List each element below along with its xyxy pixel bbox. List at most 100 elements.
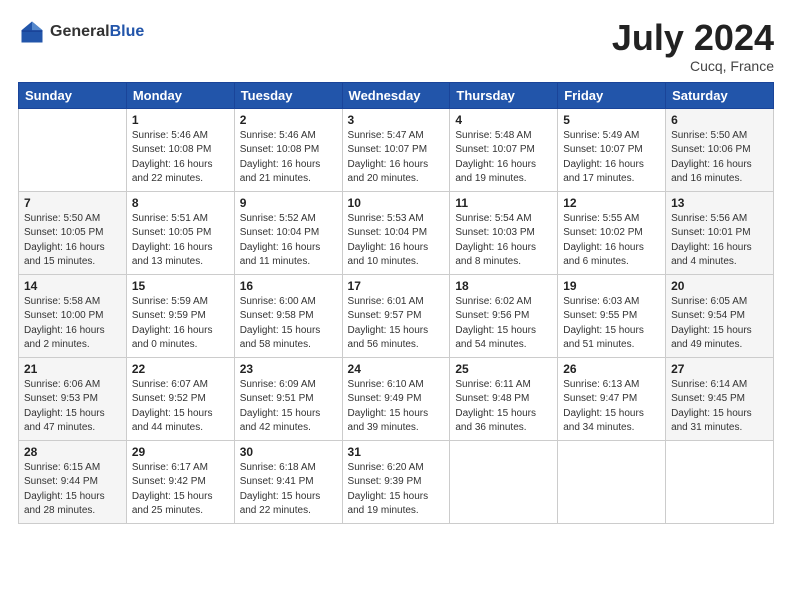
calendar-cell: 21 Sunrise: 6:06 AMSunset: 9:53 PMDayligh…: [19, 357, 127, 440]
day-info: Sunrise: 6:18 AMSunset: 9:41 PMDaylight:…: [240, 461, 337, 519]
day-number: 28: [24, 445, 121, 459]
day-of-week-header: Monday: [126, 82, 234, 108]
calendar: SundayMondayTuesdayWednesdayThursdayFrid…: [18, 82, 774, 524]
calendar-week-row: 7 Sunrise: 5:50 AMSunset: 10:05 PMDayligh…: [19, 191, 774, 274]
day-info: Sunrise: 5:51 AMSunset: 10:05 PMDaylight…: [132, 212, 229, 270]
calendar-week-row: 1 Sunrise: 5:46 AMSunset: 10:08 PMDayligh…: [19, 108, 774, 191]
day-info: Sunrise: 5:47 AMSunset: 10:07 PMDaylight…: [348, 129, 445, 187]
day-info: Sunrise: 5:56 AMSunset: 10:01 PMDaylight…: [671, 212, 768, 270]
calendar-cell: 30 Sunrise: 6:18 AMSunset: 9:41 PMDayligh…: [234, 440, 342, 523]
day-info: Sunrise: 6:06 AMSunset: 9:53 PMDaylight:…: [24, 378, 121, 436]
day-number: 5: [563, 113, 660, 127]
day-number: 26: [563, 362, 660, 376]
day-info: Sunrise: 5:50 AMSunset: 10:06 PMDaylight…: [671, 129, 768, 187]
calendar-cell: 31Sunrise: 6:20 AMSunset: 9:39 PMDayligh…: [342, 440, 450, 523]
calendar-cell: 17Sunrise: 6:01 AMSunset: 9:57 PMDayligh…: [342, 274, 450, 357]
day-info: Sunrise: 6:14 AMSunset: 9:45 PMDaylight:…: [671, 378, 768, 436]
calendar-cell: 26 Sunrise: 6:13 AMSunset: 9:47 PMDayligh…: [558, 357, 666, 440]
day-info: Sunrise: 6:03 AMSunset: 9:55 PMDaylight:…: [563, 295, 660, 353]
calendar-cell: [450, 440, 558, 523]
day-number: 20: [671, 279, 768, 293]
calendar-cell: 16 Sunrise: 6:00 AMSunset: 9:58 PMDayligh…: [234, 274, 342, 357]
calendar-cell: 22Sunrise: 6:07 AMSunset: 9:52 PMDayligh…: [126, 357, 234, 440]
header-row: SundayMondayTuesdayWednesdayThursdayFrid…: [19, 82, 774, 108]
calendar-week-row: 28 Sunrise: 6:15 AMSunset: 9:44 PMDayligh…: [19, 440, 774, 523]
calendar-cell: 20 Sunrise: 6:05 AMSunset: 9:54 PMDayligh…: [666, 274, 774, 357]
calendar-cell: 7 Sunrise: 5:50 AMSunset: 10:05 PMDayligh…: [19, 191, 127, 274]
day-number: 7: [24, 196, 121, 210]
calendar-cell: 12 Sunrise: 5:55 AMSunset: 10:02 PMDaylig…: [558, 191, 666, 274]
day-number: 9: [240, 196, 337, 210]
day-info: Sunrise: 6:09 AMSunset: 9:51 PMDaylight:…: [240, 378, 337, 436]
calendar-cell: 28 Sunrise: 6:15 AMSunset: 9:44 PMDayligh…: [19, 440, 127, 523]
day-number: 13: [671, 196, 768, 210]
calendar-cell: 23Sunrise: 6:09 AMSunset: 9:51 PMDayligh…: [234, 357, 342, 440]
day-info: Sunrise: 6:11 AMSunset: 9:48 PMDaylight:…: [455, 378, 552, 436]
calendar-cell: 8 Sunrise: 5:51 AMSunset: 10:05 PMDayligh…: [126, 191, 234, 274]
calendar-cell: [19, 108, 127, 191]
day-number: 11: [455, 196, 552, 210]
day-number: 16: [240, 279, 337, 293]
calendar-cell: 1 Sunrise: 5:46 AMSunset: 10:08 PMDayligh…: [126, 108, 234, 191]
day-number: 27: [671, 362, 768, 376]
day-number: 10: [348, 196, 445, 210]
calendar-cell: 29Sunrise: 6:17 AMSunset: 9:42 PMDayligh…: [126, 440, 234, 523]
calendar-cell: 19 Sunrise: 6:03 AMSunset: 9:55 PMDayligh…: [558, 274, 666, 357]
day-info: Sunrise: 6:01 AMSunset: 9:57 PMDaylight:…: [348, 295, 445, 353]
page: GeneralBlue July 2024 Cucq, France Sunda…: [0, 0, 792, 612]
calendar-cell: 13 Sunrise: 5:56 AMSunset: 10:01 PMDaylig…: [666, 191, 774, 274]
day-number: 25: [455, 362, 552, 376]
day-number: 18: [455, 279, 552, 293]
month-year: July 2024: [612, 18, 774, 58]
day-number: 6: [671, 113, 768, 127]
calendar-cell: 15Sunrise: 5:59 AMSunset: 9:59 PMDayligh…: [126, 274, 234, 357]
day-info: Sunrise: 5:54 AMSunset: 10:03 PMDaylight…: [455, 212, 552, 270]
day-info: Sunrise: 5:46 AMSunset: 10:08 PMDaylight…: [240, 129, 337, 187]
calendar-cell: [558, 440, 666, 523]
calendar-cell: 2 Sunrise: 5:46 AMSunset: 10:08 PMDayligh…: [234, 108, 342, 191]
day-info: Sunrise: 6:07 AMSunset: 9:52 PMDaylight:…: [132, 378, 229, 436]
day-of-week-header: Sunday: [19, 82, 127, 108]
calendar-cell: 5 Sunrise: 5:49 AMSunset: 10:07 PMDayligh…: [558, 108, 666, 191]
logo-blue: Blue: [110, 23, 145, 40]
day-info: Sunrise: 6:05 AMSunset: 9:54 PMDaylight:…: [671, 295, 768, 353]
day-number: 30: [240, 445, 337, 459]
day-info: Sunrise: 5:50 AMSunset: 10:05 PMDaylight…: [24, 212, 121, 270]
calendar-cell: 3 Sunrise: 5:47 AMSunset: 10:07 PMDayligh…: [342, 108, 450, 191]
calendar-cell: 11 Sunrise: 5:54 AMSunset: 10:03 PMDaylig…: [450, 191, 558, 274]
calendar-cell: 4Sunrise: 5:48 AMSunset: 10:07 PMDayligh…: [450, 108, 558, 191]
day-number: 3: [348, 113, 445, 127]
day-of-week-header: Thursday: [450, 82, 558, 108]
logo: GeneralBlue: [18, 18, 144, 46]
day-info: Sunrise: 6:13 AMSunset: 9:47 PMDaylight:…: [563, 378, 660, 436]
day-info: Sunrise: 5:59 AMSunset: 9:59 PMDaylight:…: [132, 295, 229, 353]
day-info: Sunrise: 5:49 AMSunset: 10:07 PMDaylight…: [563, 129, 660, 187]
day-number: 12: [563, 196, 660, 210]
day-info: Sunrise: 6:20 AMSunset: 9:39 PMDaylight:…: [348, 461, 445, 519]
calendar-cell: 24Sunrise: 6:10 AMSunset: 9:49 PMDayligh…: [342, 357, 450, 440]
day-number: 2: [240, 113, 337, 127]
day-info: Sunrise: 6:00 AMSunset: 9:58 PMDaylight:…: [240, 295, 337, 353]
calendar-cell: [666, 440, 774, 523]
day-info: Sunrise: 5:48 AMSunset: 10:07 PMDaylight…: [455, 129, 552, 187]
day-info: Sunrise: 5:55 AMSunset: 10:02 PMDaylight…: [563, 212, 660, 270]
day-info: Sunrise: 5:46 AMSunset: 10:08 PMDaylight…: [132, 129, 229, 187]
logo-text: GeneralBlue: [50, 23, 144, 41]
day-info: Sunrise: 6:15 AMSunset: 9:44 PMDaylight:…: [24, 461, 121, 519]
day-number: 19: [563, 279, 660, 293]
day-number: 29: [132, 445, 229, 459]
calendar-cell: 25 Sunrise: 6:11 AMSunset: 9:48 PMDayligh…: [450, 357, 558, 440]
calendar-cell: 14Sunrise: 5:58 AMSunset: 10:00 PMDaylig…: [19, 274, 127, 357]
title-block: July 2024 Cucq, France: [612, 18, 774, 74]
day-number: 1: [132, 113, 229, 127]
calendar-cell: 18Sunrise: 6:02 AMSunset: 9:56 PMDayligh…: [450, 274, 558, 357]
day-number: 21: [24, 362, 121, 376]
day-info: Sunrise: 5:53 AMSunset: 10:04 PMDaylight…: [348, 212, 445, 270]
calendar-week-row: 21 Sunrise: 6:06 AMSunset: 9:53 PMDayligh…: [19, 357, 774, 440]
calendar-cell: 6 Sunrise: 5:50 AMSunset: 10:06 PMDayligh…: [666, 108, 774, 191]
day-info: Sunrise: 5:58 AMSunset: 10:00 PMDaylight…: [24, 295, 121, 353]
calendar-cell: 27 Sunrise: 6:14 AMSunset: 9:45 PMDayligh…: [666, 357, 774, 440]
day-of-week-header: Saturday: [666, 82, 774, 108]
day-number: 8: [132, 196, 229, 210]
day-of-week-header: Tuesday: [234, 82, 342, 108]
